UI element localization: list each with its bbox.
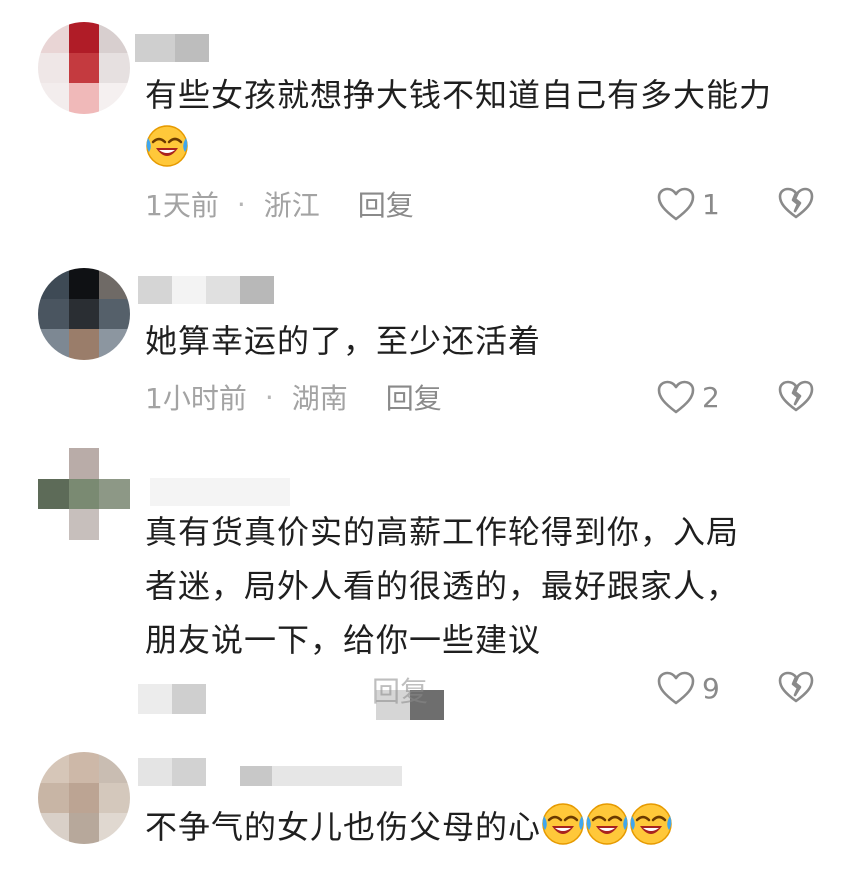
dislike-button[interactable]	[778, 670, 814, 706]
comment-text: 有些女孩就想挣大钱不知道自己有多大能力	[145, 68, 805, 176]
location: 浙江	[263, 189, 320, 222]
avatar[interactable]	[38, 752, 130, 844]
broken-heart-icon	[778, 671, 814, 703]
username-redacted[interactable]	[138, 758, 206, 786]
comment-meta: 1天前 · 浙江 回复	[145, 184, 414, 224]
username-redacted[interactable]	[135, 34, 209, 62]
like-button[interactable]: 9	[656, 668, 720, 708]
comment-text: 她算幸运的了，至少还活着	[145, 322, 542, 360]
comment-text: 真有货真价实的高薪工作轮得到你，入局 者迷，局外人看的很透的，最好跟家人， 朋友…	[145, 513, 740, 659]
like-button[interactable]: 2	[656, 377, 720, 417]
heart-outline-icon	[657, 187, 695, 221]
meta-redacted	[138, 684, 206, 714]
timestamp: 1天前	[145, 189, 219, 222]
like-button[interactable]: 1	[656, 184, 720, 224]
reply-button[interactable]: 回复	[372, 670, 428, 710]
laughing-crying-emoji-icon	[145, 124, 189, 168]
reply-button[interactable]: 回复	[358, 184, 414, 224]
reply-button[interactable]: 回复	[386, 377, 442, 417]
like-count: 9	[702, 671, 720, 705]
broken-heart-icon	[778, 187, 814, 219]
dislike-button[interactable]	[778, 186, 814, 222]
heart-outline-icon	[657, 671, 695, 705]
dislike-button[interactable]	[778, 379, 814, 415]
laughing-crying-emoji-icon	[629, 802, 673, 846]
comment-meta: 回复	[372, 670, 428, 710]
location: 湖南	[291, 382, 348, 415]
comment-meta: 1小时前 · 湖南 回复	[145, 377, 442, 417]
username-redacted	[240, 766, 402, 786]
username-redacted[interactable]	[150, 478, 290, 506]
avatar[interactable]	[38, 268, 130, 360]
avatar[interactable]	[38, 448, 130, 540]
heart-outline-icon	[657, 380, 695, 414]
laughing-crying-emoji-icon	[585, 802, 629, 846]
like-count: 2	[702, 380, 720, 414]
separator-dot: ·	[236, 187, 246, 221]
broken-heart-icon	[778, 380, 814, 412]
comment-text: 不争气的女儿也伤父母的心	[145, 800, 825, 854]
like-count: 1	[702, 187, 720, 221]
avatar[interactable]	[38, 22, 130, 114]
laughing-crying-emoji-icon	[541, 802, 585, 846]
timestamp: 1小时前	[145, 382, 247, 415]
username-redacted[interactable]	[138, 276, 274, 304]
comments-page: 有些女孩就想挣大钱不知道自己有多大能力 1天前 · 浙江 回复 1 她算幸运的了…	[0, 0, 860, 877]
separator-dot: ·	[264, 380, 274, 414]
